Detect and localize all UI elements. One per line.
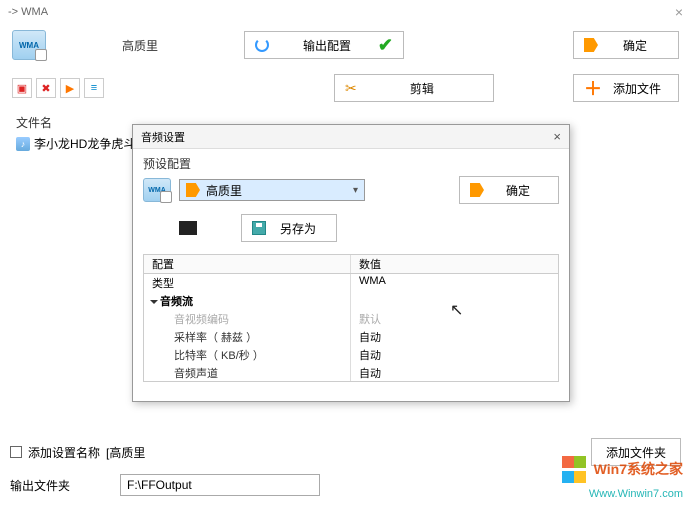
arrow-icon bbox=[186, 183, 200, 197]
grid-row[interactable]: 音频流 bbox=[144, 292, 558, 310]
remove-icon[interactable]: ✖ bbox=[36, 78, 56, 98]
grid-row[interactable]: 采样率（ 赫兹 ）自动 bbox=[144, 328, 558, 346]
add-file-button[interactable]: ＋ 添加文件 bbox=[573, 74, 679, 102]
checkmark-icon: ✔ bbox=[378, 35, 393, 56]
windows-logo-icon bbox=[556, 456, 586, 486]
plus-icon: ＋ bbox=[584, 75, 602, 101]
play-icon[interactable]: ▶ bbox=[60, 78, 80, 98]
addname-label: 添加设置名称 bbox=[28, 444, 100, 461]
addname-checkbox[interactable] bbox=[10, 446, 22, 458]
addname-value: [高质里 bbox=[106, 444, 145, 461]
grid-row[interactable]: 类型WMA bbox=[144, 274, 558, 292]
window-titlebar: -> WMA × bbox=[0, 0, 691, 24]
close-icon[interactable]: × bbox=[675, 4, 683, 20]
edit-button[interactable]: ✂ 剪辑 bbox=[334, 74, 494, 102]
output-folder-input[interactable] bbox=[120, 474, 320, 496]
wma-format-icon: WMA bbox=[143, 178, 171, 202]
save-icon bbox=[252, 221, 266, 235]
dialog-ok-button[interactable]: 确定 bbox=[459, 176, 559, 204]
dialog-close-icon[interactable]: × bbox=[553, 129, 561, 144]
quality-label: 高质里 bbox=[122, 37, 158, 54]
audio-settings-dialog: 音频设置 × 预设配置 WMA 高质里 ▾ 确定 另存为 配置 bbox=[132, 124, 570, 402]
output-folder-label: 输出文件夹 bbox=[10, 477, 70, 494]
list-icon[interactable]: ≡ bbox=[84, 78, 104, 98]
scissors-icon: ✂ bbox=[345, 80, 357, 97]
delete-icon[interactable]: ▣ bbox=[12, 78, 32, 98]
watermark: Win7系统之家 Www.Winwin7.com bbox=[556, 456, 683, 500]
grid-row[interactable]: 比特率（ KB/秒 ）自动 bbox=[144, 346, 558, 364]
file-icon: ♪ bbox=[16, 137, 30, 151]
output-config-button[interactable]: 输出配置 ✔ bbox=[244, 31, 404, 59]
arrow-icon bbox=[584, 38, 598, 52]
arrow-icon bbox=[470, 183, 484, 197]
loading-icon bbox=[255, 38, 269, 52]
preset-label: 预设配置 bbox=[143, 155, 191, 172]
dialog-titlebar: 音频设置 × bbox=[133, 125, 569, 149]
save-as-button[interactable]: 另存为 bbox=[241, 214, 337, 242]
settings-grid[interactable]: 配置 数值 类型WMA音频流音视频编码默认采样率（ 赫兹 ）自动比特率（ KB/… bbox=[143, 254, 559, 382]
ok-button[interactable]: 确定 bbox=[573, 31, 679, 59]
toolbar-row-2: ▣ ✖ ▶ ≡ ✂ 剪辑 ＋ 添加文件 bbox=[0, 70, 691, 106]
toolbar-row-1: WMA 高质里 输出配置 ✔ 确定 bbox=[0, 24, 691, 66]
grid-row[interactable]: 音频声道自动 bbox=[144, 364, 558, 382]
grid-header: 配置 数值 bbox=[144, 255, 558, 274]
dialog-title: 音频设置 bbox=[141, 129, 185, 145]
console-icon bbox=[179, 221, 197, 235]
preset-select[interactable]: 高质里 ▾ bbox=[179, 179, 365, 201]
window-title: -> WMA bbox=[8, 6, 48, 18]
chevron-down-icon: ▾ bbox=[353, 185, 358, 196]
wma-format-icon: WMA bbox=[12, 30, 46, 60]
grid-row[interactable]: 音视频编码默认 bbox=[144, 310, 558, 328]
